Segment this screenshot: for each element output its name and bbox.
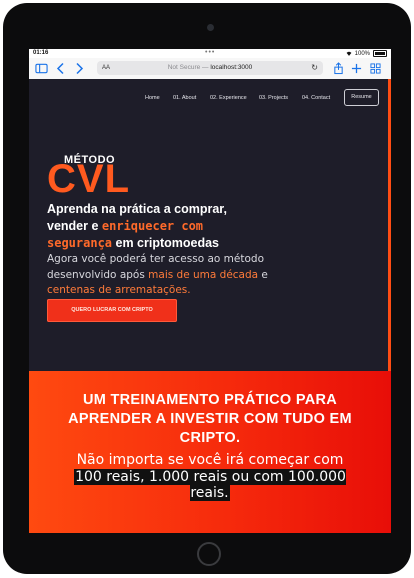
promo-subtitle: Não importa se você irá começar com 100 … bbox=[69, 452, 351, 502]
body-highlight-1: mais de uma década bbox=[148, 268, 259, 281]
hero-headline: Aprenda na prática a comprar, vender e e… bbox=[47, 201, 267, 252]
nav-link-projects[interactable]: 03. Projects bbox=[259, 95, 288, 101]
sidebar-icon[interactable] bbox=[35, 62, 48, 75]
status-bar: 01:16 ••• 100% bbox=[29, 49, 391, 58]
resume-button[interactable]: Resume bbox=[344, 89, 379, 106]
forward-icon[interactable] bbox=[74, 62, 84, 75]
address-bar[interactable]: AA Not Secure — localhost:3000 ↻ bbox=[97, 61, 323, 75]
hero-brand-title: CVL bbox=[47, 157, 130, 201]
nav-link-about[interactable]: 01. About bbox=[173, 95, 196, 101]
cta-button[interactable]: QUERO LUCRAR COM CRIPTO bbox=[47, 299, 177, 322]
multitasking-dots-icon[interactable]: ••• bbox=[205, 49, 215, 56]
hero-section: Home 01. About 02. Experience 03. Projec… bbox=[29, 79, 391, 371]
headline-text-2: em criptomoedas bbox=[112, 236, 220, 250]
wifi-icon bbox=[346, 51, 352, 56]
nav-link-contact[interactable]: 04. Contact bbox=[302, 95, 330, 101]
top-nav: Home 01. About 02. Experience 03. Projec… bbox=[29, 89, 391, 109]
screen: 01:16 ••• 100% AA Not Secure — localhost… bbox=[29, 49, 391, 533]
status-time: 01:16 bbox=[33, 50, 49, 56]
promo-section: UM TREINAMENTO PRÁTICO PARA APRENDER A I… bbox=[29, 371, 391, 533]
tabs-icon[interactable] bbox=[370, 62, 381, 75]
nav-link-experience[interactable]: 02. Experience bbox=[210, 95, 247, 101]
body-highlight-2: centenas de arrematações. bbox=[47, 284, 191, 296]
url-text: Not Secure — localhost:3000 bbox=[97, 61, 323, 75]
back-icon[interactable] bbox=[56, 62, 66, 75]
nav-link-home[interactable]: Home bbox=[145, 95, 160, 101]
promo-title: UM TREINAMENTO PRÁTICO PARA APRENDER A I… bbox=[68, 392, 352, 446]
reload-icon[interactable]: ↻ bbox=[311, 61, 318, 75]
url-host: localhost:3000 bbox=[210, 64, 253, 71]
status-right: 100% bbox=[346, 50, 387, 57]
front-camera bbox=[207, 24, 214, 31]
hero-description: Agora você poderá ter acesso ao método d… bbox=[47, 252, 277, 299]
browser-toolbar: AA Not Secure — localhost:3000 ↻ bbox=[29, 58, 391, 80]
tablet-frame: 01:16 ••• 100% AA Not Secure — localhost… bbox=[3, 3, 411, 574]
body-text-2: e bbox=[258, 268, 268, 281]
web-page: Home 01. About 02. Experience 03. Projec… bbox=[29, 79, 391, 533]
battery-icon bbox=[373, 50, 387, 57]
home-button[interactable] bbox=[197, 542, 221, 566]
url-security-label: Not Secure — bbox=[167, 64, 209, 71]
battery-percent: 100% bbox=[354, 50, 370, 57]
share-icon[interactable] bbox=[333, 62, 344, 75]
promo-subtitle-selected-text: 100 reais, 1.000 reais ou com 100.000 re… bbox=[74, 468, 346, 501]
scroll-accent-bar bbox=[388, 79, 391, 371]
new-tab-icon[interactable] bbox=[351, 62, 362, 75]
promo-subtitle-text: Não importa se você irá começar com bbox=[76, 452, 344, 468]
